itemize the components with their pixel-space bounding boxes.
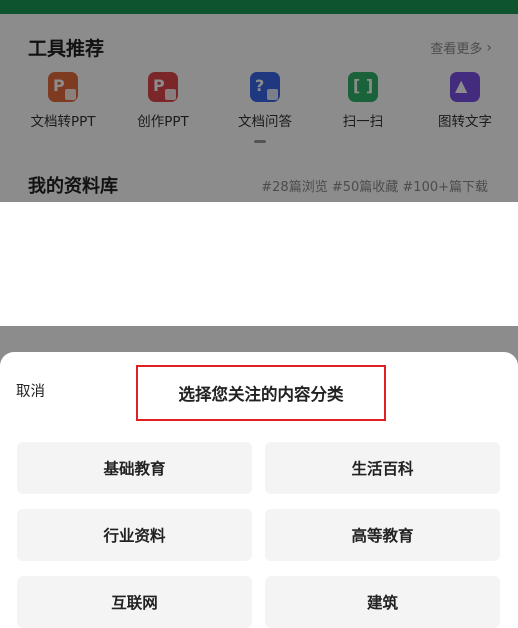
- category-button[interactable]: 行业资料: [17, 509, 252, 561]
- cancel-button[interactable]: 取消: [16, 380, 45, 401]
- content-area: [0, 202, 518, 326]
- sheet-title: 选择您关注的内容分类: [178, 385, 344, 404]
- category-button[interactable]: 高等教育: [265, 509, 500, 561]
- dim-overlay-top[interactable]: [0, 0, 518, 202]
- category-button[interactable]: 生活百科: [265, 442, 500, 494]
- category-sheet: 取消 选择您关注的内容分类 基础教育 生活百科 行业资料 高等教育 互联网 建筑: [0, 352, 518, 628]
- category-button[interactable]: 建筑: [265, 576, 500, 628]
- title-highlight-box: 选择您关注的内容分类: [136, 365, 386, 421]
- category-button[interactable]: 互联网: [17, 576, 252, 628]
- category-button[interactable]: 基础教育: [17, 442, 252, 494]
